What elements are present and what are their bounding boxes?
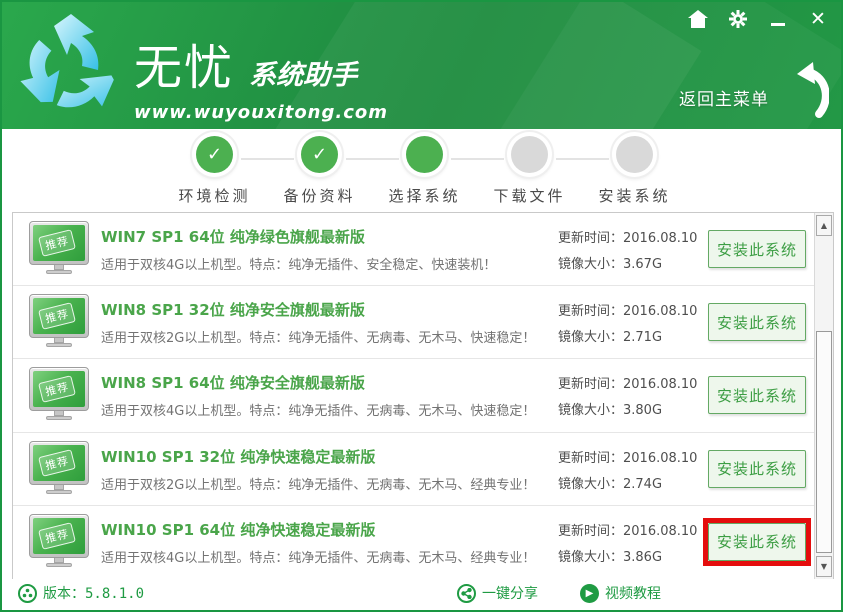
step-env-check: ✓ 环境检测 [162, 136, 267, 210]
monitor-icon: 推荐 [29, 367, 89, 423]
share-label: 一键分享 [482, 583, 538, 603]
app-window: 无忧 系统助手 www.wuyouxitong.com [0, 0, 843, 612]
recommended-badge: 推荐 [38, 522, 76, 550]
window-controls: ✕ [685, 8, 831, 30]
video-label: 视频教程 [605, 583, 661, 603]
progress-steps: ✓ 环境检测 ✓ 备份资料 选择系统 下载文件 安装系统 [162, 136, 687, 210]
home-icon[interactable] [685, 8, 711, 30]
share-link[interactable]: 一键分享 [457, 583, 538, 603]
minimize-button[interactable] [765, 8, 791, 30]
version-icon [18, 584, 37, 603]
header: 无忧 系统助手 www.wuyouxitong.com [2, 2, 841, 129]
system-row-win7-64[interactable]: 推荐 WIN7 SP1 64位 纯净绿色旗舰最新版 适用于双核4G以上机型。特点… [13, 213, 814, 286]
system-row-win8-64[interactable]: 推荐 WIN8 SP1 64位 纯净安全旗舰最新版 适用于双核4G以上机型。特点… [13, 359, 814, 432]
share-icon [457, 584, 476, 603]
install-button[interactable]: 安装此系统 [708, 376, 806, 414]
step-label: 环境检测 [178, 185, 250, 206]
system-list: 推荐 WIN7 SP1 64位 纯净绿色旗舰最新版 适用于双核4G以上机型。特点… [12, 212, 834, 580]
recommended-badge: 推荐 [38, 302, 76, 330]
system-description: 适用于双核2G以上机型。特点：纯净无插件、无病毒、无木马、经典专业！ [101, 474, 535, 493]
scroll-down-icon[interactable]: ▼ [816, 556, 832, 577]
install-button-highlighted[interactable]: 安装此系统 [708, 523, 806, 561]
recommended-badge: 推荐 [38, 449, 76, 477]
image-size: 镜像大小：2.71G [558, 326, 662, 345]
system-row-win10-64[interactable]: 推荐 WIN10 SP1 64位 纯净快速稳定最新版 适用于双核4G以上机型。特… [13, 506, 814, 579]
step-install: 安装系统 [582, 136, 687, 210]
scrollbar-thumb[interactable] [816, 331, 832, 553]
system-title: WIN8 SP1 64位 纯净安全旗舰最新版 [101, 372, 365, 393]
system-title: WIN8 SP1 32位 纯净安全旗舰最新版 [101, 299, 365, 320]
step-check-icon: ✓ [196, 136, 233, 173]
system-rows: 推荐 WIN7 SP1 64位 纯净绿色旗舰最新版 适用于双核4G以上机型。特点… [13, 213, 814, 579]
system-title: WIN10 SP1 32位 纯净快速稳定最新版 [101, 446, 375, 467]
monitor-icon: 推荐 [29, 294, 89, 350]
install-button-wrap: 安装此系统 [708, 376, 806, 414]
install-button-wrap: 安装此系统 [708, 450, 806, 488]
return-main-menu-label: 返回主菜单 [679, 85, 769, 110]
update-time: 更新时间：2016.08.10 [558, 447, 697, 466]
scrollbar[interactable]: ▲ ▼ [814, 213, 833, 579]
step-dot [616, 136, 653, 173]
brand-subtitle: 系统助手 [249, 53, 357, 92]
monitor-icon: 推荐 [29, 441, 89, 497]
update-time: 更新时间：2016.08.10 [558, 227, 697, 246]
step-select-system: 选择系统 [372, 136, 477, 210]
step-dot [406, 136, 443, 173]
image-size: 镜像大小：2.74G [558, 473, 662, 492]
monitor-icon: 推荐 [29, 221, 89, 277]
footer: 版本：5.8.1.0 一键分享 ▶ 视频教程 [2, 579, 841, 610]
install-button[interactable]: 安装此系统 [708, 230, 806, 268]
version-label: 版本：5.8.1.0 [43, 583, 144, 603]
video-icon: ▶ [580, 584, 599, 603]
version-info: 版本：5.8.1.0 [18, 583, 144, 603]
close-button[interactable]: ✕ [805, 8, 831, 30]
gear-icon[interactable] [725, 8, 751, 30]
return-main-menu-button[interactable]: 返回主菜单 [679, 60, 829, 118]
recycle-logo-icon [16, 6, 126, 124]
image-size: 镜像大小：3.80G [558, 399, 662, 418]
monitor-icon: 推荐 [29, 514, 89, 570]
image-size: 镜像大小：3.67G [558, 253, 662, 272]
recommended-badge: 推荐 [38, 229, 76, 257]
video-tutorial-link[interactable]: ▶ 视频教程 [580, 583, 661, 603]
highlight-annotation-box: 安装此系统 [708, 523, 806, 561]
install-button[interactable]: 安装此系统 [708, 303, 806, 341]
return-arrow-icon [767, 60, 829, 118]
step-label: 选择系统 [388, 185, 460, 206]
system-description: 适用于双核4G以上机型。特点：纯净无插件、无病毒、无木马、快速稳定！ [101, 400, 535, 419]
image-size: 镜像大小：3.86G [558, 546, 662, 565]
brand-title: 无忧 [134, 28, 234, 98]
install-button[interactable]: 安装此系统 [708, 450, 806, 488]
brand-url: www.wuyouxitong.com [134, 102, 388, 123]
system-title: WIN10 SP1 64位 纯净快速稳定最新版 [101, 519, 375, 540]
step-label: 备份资料 [283, 185, 355, 206]
system-row-win8-32[interactable]: 推荐 WIN8 SP1 32位 纯净安全旗舰最新版 适用于双核2G以上机型。特点… [13, 286, 814, 359]
system-title: WIN7 SP1 64位 纯净绿色旗舰最新版 [101, 226, 365, 247]
update-time: 更新时间：2016.08.10 [558, 300, 697, 319]
install-button-wrap: 安装此系统 [708, 230, 806, 268]
step-check-icon: ✓ [301, 136, 338, 173]
step-label: 下载文件 [493, 185, 565, 206]
step-download: 下载文件 [477, 136, 582, 210]
step-label: 安装系统 [598, 185, 670, 206]
system-description: 适用于双核4G以上机型。特点：纯净无插件、无病毒、无木马、经典专业！ [101, 547, 535, 566]
update-time: 更新时间：2016.08.10 [558, 520, 697, 539]
recommended-badge: 推荐 [38, 376, 76, 404]
system-row-win10-32[interactable]: 推荐 WIN10 SP1 32位 纯净快速稳定最新版 适用于双核2G以上机型。特… [13, 433, 814, 506]
system-description: 适用于双核4G以上机型。特点：纯净无插件、安全稳定、快速装机！ [101, 254, 496, 273]
step-dot [511, 136, 548, 173]
system-description: 适用于双核2G以上机型。特点：纯净无插件、无病毒、无木马、快速稳定！ [101, 327, 535, 346]
step-backup: ✓ 备份资料 [267, 136, 372, 210]
install-button-wrap: 安装此系统 [708, 303, 806, 341]
update-time: 更新时间：2016.08.10 [558, 373, 697, 392]
brand: 无忧 系统助手 www.wuyouxitong.com [134, 28, 388, 123]
scroll-up-icon[interactable]: ▲ [816, 215, 832, 236]
